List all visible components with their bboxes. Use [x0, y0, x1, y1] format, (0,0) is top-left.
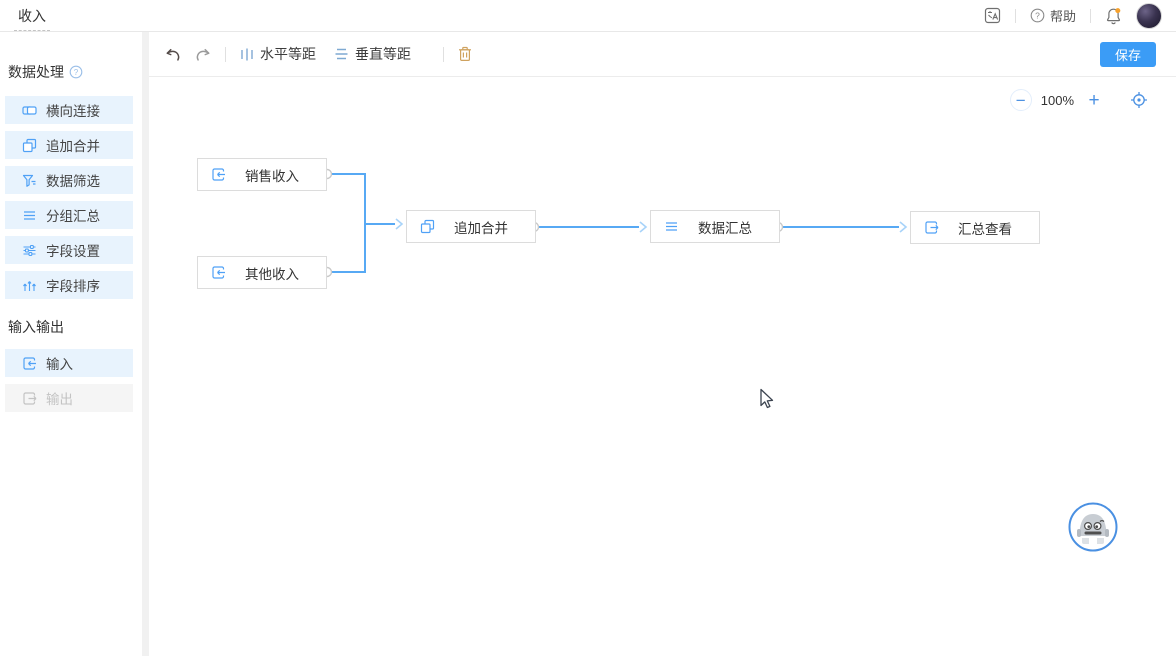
- help-label: 帮助: [1050, 6, 1076, 25]
- save-button[interactable]: 保存: [1100, 42, 1156, 67]
- sidebar-item-group-summary[interactable]: 分组汇总: [5, 201, 133, 229]
- canvas-toolbar: 水平等距 垂直等距 保存: [149, 32, 1176, 77]
- zoom-controls: − 100% +: [1010, 89, 1148, 111]
- robot-icon: [1068, 502, 1118, 552]
- append-icon: [22, 138, 37, 153]
- sidebar-item-label: 字段排序: [46, 275, 100, 295]
- vertical-distribute-icon: [334, 47, 349, 61]
- flow-link: [327, 174, 365, 272]
- output-icon: [22, 391, 37, 406]
- main-layout: 数据处理 ? 横向连接 追加合并 数据筛选 分组汇总: [0, 32, 1176, 656]
- zoom-out-button[interactable]: −: [1010, 89, 1032, 111]
- arrowhead-icon: [900, 222, 906, 232]
- flow-node-other-income[interactable]: 其他收入: [197, 256, 327, 289]
- horizontal-distribute-button[interactable]: 水平等距: [240, 44, 316, 64]
- help-circle-icon[interactable]: ?: [69, 65, 83, 79]
- sidebar-item-label: 输出: [46, 388, 73, 408]
- horizontal-distribute-label: 水平等距: [260, 44, 316, 64]
- sidebar-item-horizontal-join[interactable]: 横向连接: [5, 96, 133, 124]
- node-label: 汇总查看: [939, 218, 1031, 238]
- zoom-level: 100%: [1041, 93, 1074, 108]
- input-icon: [22, 356, 37, 371]
- sidebar-item-label: 横向连接: [46, 100, 100, 120]
- sidebar: 数据处理 ? 横向连接 追加合并 数据筛选 分组汇总: [0, 32, 142, 656]
- svg-text:?: ?: [1035, 11, 1040, 21]
- avatar[interactable]: [1136, 3, 1162, 29]
- sidebar-item-label: 输入: [46, 353, 73, 373]
- divider: [1015, 9, 1016, 23]
- page-title-tab[interactable]: 收入: [14, 0, 50, 31]
- sidebar-item-label: 字段设置: [46, 240, 100, 260]
- divider: [443, 47, 444, 62]
- sidebar-item-label: 分组汇总: [46, 205, 100, 225]
- center-locate-button[interactable]: [1130, 91, 1148, 109]
- arrowhead-icon: [396, 219, 402, 229]
- zoom-in-button[interactable]: +: [1083, 89, 1105, 111]
- group-icon: [22, 208, 37, 223]
- chatbot-button[interactable]: [1068, 502, 1118, 552]
- mouse-cursor-icon: [757, 388, 777, 417]
- flow-node-sales-income[interactable]: 销售收入: [197, 158, 327, 191]
- join-icon: [22, 103, 37, 118]
- sidebar-item-append-merge[interactable]: 追加合并: [5, 131, 133, 159]
- topbar-actions: ? 帮助: [984, 3, 1162, 29]
- sidebar-item-label: 追加合并: [46, 135, 100, 155]
- sidebar-section-io: 输入输出: [0, 317, 142, 337]
- sidebar-item-field-sort[interactable]: 字段排序: [5, 271, 133, 299]
- svg-text:?: ?: [74, 68, 79, 77]
- question-icon: ?: [1030, 8, 1045, 23]
- notification-bell-icon[interactable]: [1105, 7, 1122, 25]
- trash-icon: [458, 46, 472, 62]
- input-icon: [211, 265, 226, 280]
- undo-button[interactable]: [165, 47, 181, 61]
- topbar: 收入 ? 帮助: [0, 0, 1176, 32]
- content-area: 水平等距 垂直等距 保存 − 100% +: [149, 32, 1176, 656]
- flow-node-summary-view[interactable]: 汇总查看: [910, 211, 1040, 244]
- append-icon: [420, 219, 435, 234]
- sidebar-item-input[interactable]: 输入: [5, 349, 133, 377]
- horizontal-distribute-icon: [240, 47, 254, 62]
- language-icon[interactable]: [984, 7, 1001, 24]
- redo-button[interactable]: [195, 47, 211, 61]
- arrowhead-icon: [640, 222, 646, 232]
- help-button[interactable]: ? 帮助: [1030, 6, 1076, 25]
- flow-node-data-summary[interactable]: 数据汇总: [650, 210, 780, 243]
- sort-icon: [22, 278, 37, 293]
- delete-button[interactable]: [458, 46, 472, 62]
- node-label: 销售收入: [226, 165, 318, 185]
- divider: [1090, 9, 1091, 23]
- sidebar-section-data-processing: 数据处理 ?: [0, 62, 142, 82]
- output-icon: [924, 220, 939, 235]
- vertical-distribute-button[interactable]: 垂直等距: [334, 44, 411, 64]
- sidebar-item-data-filter[interactable]: 数据筛选: [5, 166, 133, 194]
- input-icon: [211, 167, 226, 182]
- fields-icon: [22, 243, 37, 258]
- section-title: 数据处理: [8, 62, 64, 82]
- divider: [225, 47, 226, 62]
- node-label: 其他收入: [226, 263, 318, 283]
- sidebar-item-output: 输出: [5, 384, 133, 412]
- vertical-distribute-label: 垂直等距: [355, 44, 411, 64]
- sidebar-item-label: 数据筛选: [46, 170, 100, 190]
- flow-canvas[interactable]: − 100% +: [149, 77, 1176, 656]
- flow-node-append-merge[interactable]: 追加合并: [406, 210, 536, 243]
- filter-icon: [22, 173, 37, 188]
- node-label: 追加合并: [435, 217, 527, 237]
- node-label: 数据汇总: [679, 217, 771, 237]
- sidebar-divider: [142, 32, 149, 656]
- sidebar-item-field-settings[interactable]: 字段设置: [5, 236, 133, 264]
- group-icon: [664, 219, 679, 234]
